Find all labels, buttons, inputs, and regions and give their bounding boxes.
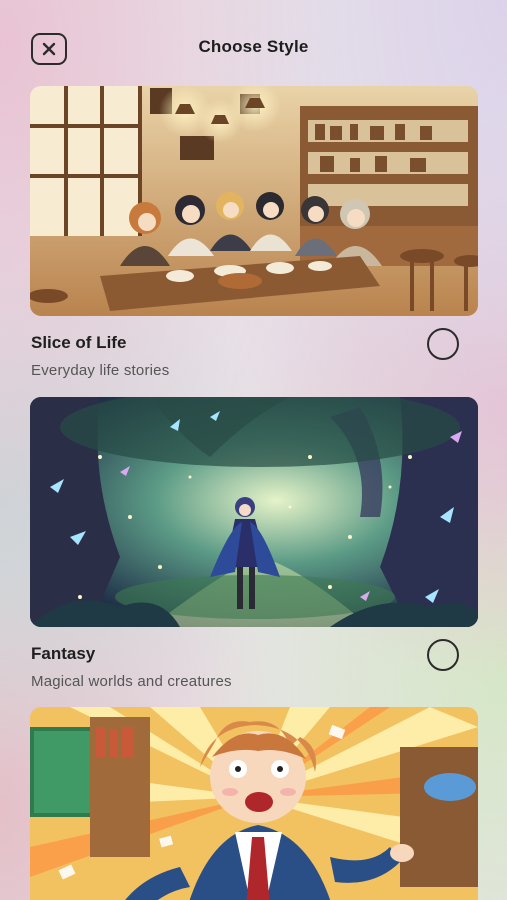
style-radio-fantasy[interactable] (427, 639, 459, 671)
style-card-image-slice-of-life[interactable] (30, 86, 478, 316)
style-radio-slice-of-life[interactable] (427, 328, 459, 360)
style-card-image-fantasy[interactable] (30, 397, 478, 627)
page-title: Choose Style (198, 37, 309, 56)
comic-illustration (30, 707, 478, 900)
header: Choose Style (0, 0, 507, 92)
style-card-image-3[interactable] (30, 707, 478, 900)
style-title-slice-of-life: Slice of Life (31, 333, 127, 352)
style-title-fantasy: Fantasy (31, 644, 96, 663)
fantasy-forest-illustration (30, 397, 478, 627)
cafe-illustration (30, 86, 478, 316)
style-description-slice-of-life: Everyday life stories (31, 362, 170, 379)
style-description-fantasy: Magical worlds and creatures (31, 673, 232, 690)
